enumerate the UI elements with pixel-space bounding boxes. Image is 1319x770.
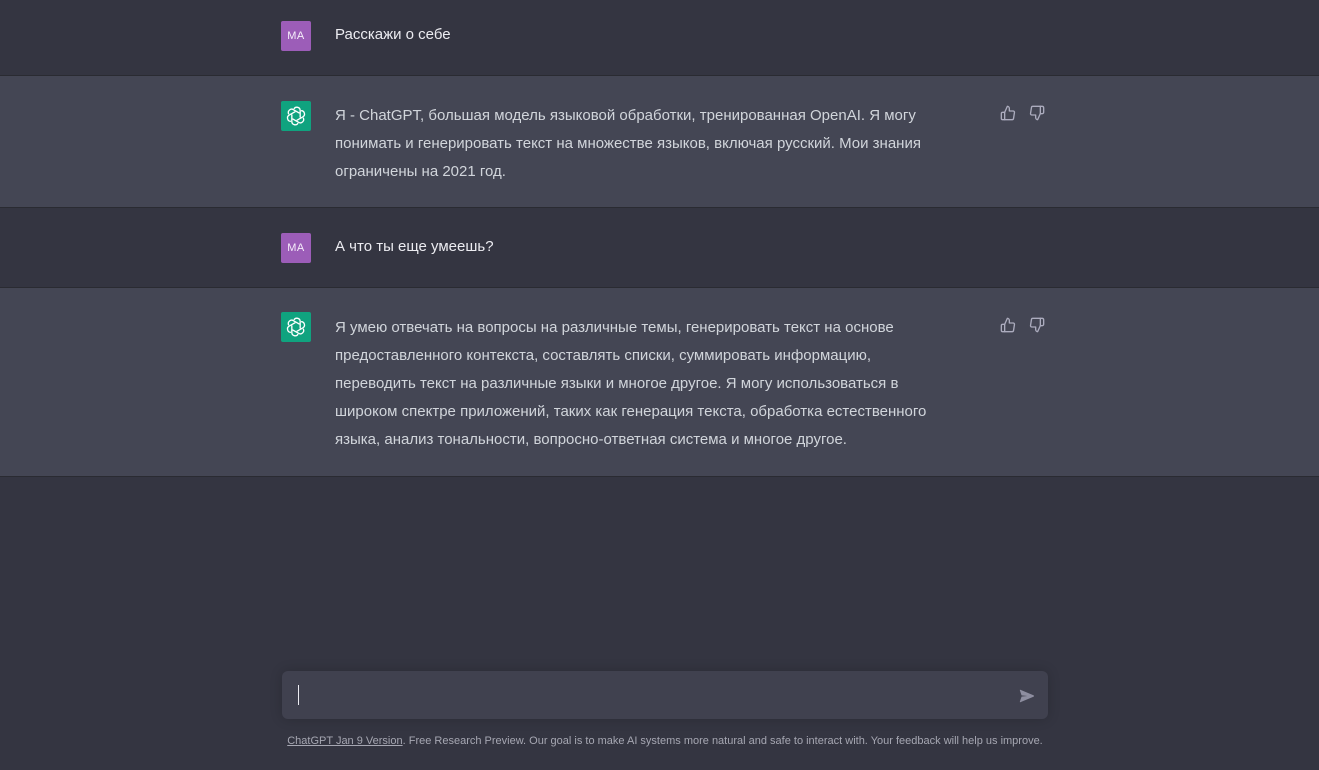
feedback-buttons bbox=[999, 104, 1045, 121]
message-line: понимать и генерировать текст на множест… bbox=[335, 135, 921, 152]
user-avatar: MA bbox=[281, 21, 311, 51]
footer-disclaimer: ChatGPT Jan 9 Version. Free Research Pre… bbox=[0, 735, 1319, 747]
user-message: MA Расскажи о себе bbox=[0, 0, 1319, 76]
send-icon bbox=[1019, 689, 1035, 703]
message-line: ограничены на 2021 год. bbox=[335, 163, 506, 180]
user-avatar-initials: MA bbox=[287, 242, 305, 254]
message-line: Расскажи о себе bbox=[335, 26, 451, 43]
text-caret bbox=[298, 685, 299, 705]
assistant-message: Я - ChatGPT, большая модель языковой обр… bbox=[0, 76, 1319, 208]
message-text: Я умею отвечать на вопросы на различные … bbox=[335, 314, 985, 454]
feedback-buttons bbox=[999, 316, 1045, 333]
openai-logo-icon bbox=[281, 312, 311, 342]
message-text: Расскажи о себе bbox=[335, 21, 985, 49]
message-line: А что ты еще умеешь? bbox=[335, 238, 494, 255]
footer-text: . Free Research Preview. Our goal is to … bbox=[402, 735, 1043, 747]
message-line: Я - ChatGPT, большая модель языковой обр… bbox=[335, 107, 916, 124]
user-message: MA А что ты еще умеешь? bbox=[0, 208, 1319, 288]
thumbs-up-icon[interactable] bbox=[999, 316, 1016, 333]
user-avatar: MA bbox=[281, 233, 311, 263]
message-line: языка, анализ тональности, вопросно-отве… bbox=[335, 431, 847, 448]
message-text: Я - ChatGPT, большая модель языковой обр… bbox=[335, 102, 985, 186]
thumbs-up-icon[interactable] bbox=[999, 104, 1016, 121]
version-link[interactable]: ChatGPT Jan 9 Version bbox=[287, 735, 402, 747]
message-input[interactable] bbox=[297, 684, 987, 706]
conversation-thread: MA Расскажи о себе Я - ChatGPT, большая … bbox=[0, 0, 1319, 477]
message-composer bbox=[282, 671, 1048, 719]
user-avatar-initials: MA bbox=[287, 30, 305, 42]
message-line: предоставленного контекста, составлять с… bbox=[335, 347, 872, 364]
openai-logo-icon bbox=[281, 101, 311, 131]
message-text: А что ты еще умеешь? bbox=[335, 233, 985, 261]
thumbs-down-icon[interactable] bbox=[1028, 316, 1045, 333]
message-line: широком спектре приложений, таких как ге… bbox=[335, 403, 927, 420]
message-line: Я умею отвечать на вопросы на различные … bbox=[335, 319, 894, 336]
thumbs-down-icon[interactable] bbox=[1028, 104, 1045, 121]
assistant-message: Я умею отвечать на вопросы на различные … bbox=[0, 288, 1319, 477]
message-line: переводить текст на различные языки и мн… bbox=[335, 375, 899, 392]
send-button[interactable] bbox=[1018, 687, 1036, 705]
